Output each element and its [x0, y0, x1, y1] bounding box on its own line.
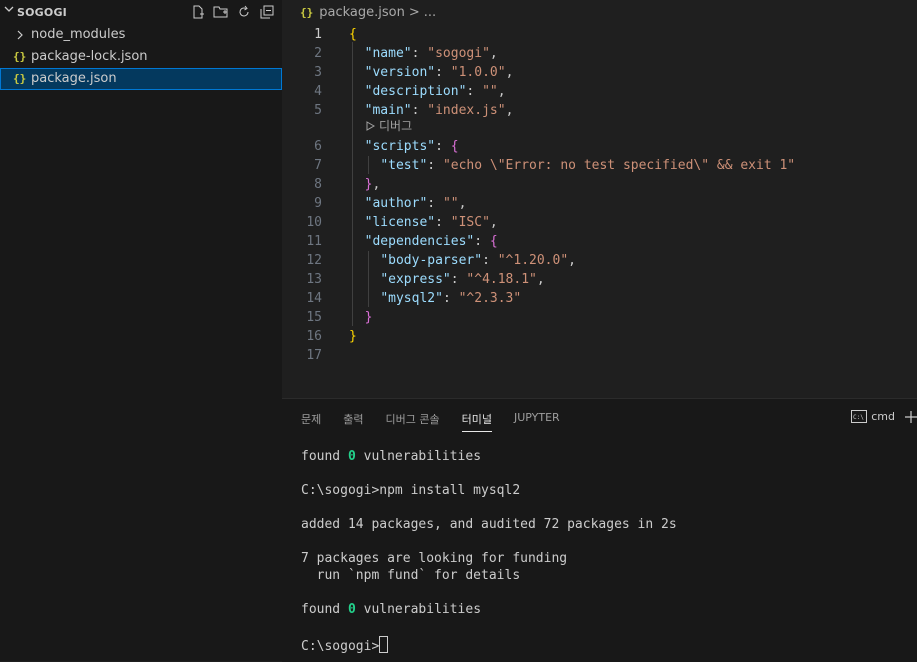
new-folder-icon[interactable] — [212, 3, 230, 21]
code-line: "express": "^4.18.1", — [380, 272, 545, 287]
line-number: 11 — [306, 234, 322, 249]
code-line: "description": "", — [364, 84, 506, 99]
refresh-icon[interactable] — [235, 3, 253, 21]
vulnerability-count: 0 — [347, 602, 356, 617]
bottom-panel: 문제 출력 디버그 콘솔 터미널 JUPYTER C:\ cmd found 0… — [282, 398, 917, 662]
code-line: }, — [364, 177, 381, 192]
add-terminal-icon[interactable] — [905, 410, 917, 423]
line-number: 16 — [306, 329, 322, 344]
code-line: "license": "ISC", — [364, 215, 498, 230]
code-line: } — [349, 329, 357, 344]
collapse-all-icon[interactable] — [258, 3, 276, 21]
breadcrumb-file[interactable]: package.json — [319, 5, 405, 20]
json-file-icon: {} — [13, 72, 27, 85]
terminal-line: found 0 vulnerabilities — [301, 449, 482, 464]
line-number: 9 — [314, 196, 322, 211]
line-number: 4 — [314, 84, 322, 99]
play-icon — [366, 120, 375, 131]
json-file-icon: {} — [300, 6, 314, 19]
terminal-prompt[interactable]: C:\sogogi> — [301, 636, 389, 654]
code-line: "mysql2": "^2.3.3" — [380, 291, 522, 306]
chevron-right-icon — [17, 30, 23, 40]
line-number: 6 — [314, 139, 322, 154]
breadcrumb-symbol[interactable]: ... — [424, 5, 436, 20]
terminal-line: added 14 packages, and audited 72 packag… — [301, 517, 677, 532]
code-editor[interactable]: {} package.json > ... 1 2 3 4 5 6 7 8 9 10 11 12 13 1… — [282, 0, 917, 398]
codelens-label: 디버그 — [379, 119, 413, 133]
line-number: 12 — [306, 253, 322, 268]
line-number: 3 — [314, 65, 322, 80]
tree-item-label: package.json — [31, 71, 117, 86]
panel-tabs: 문제 출력 디버그 콘솔 터미널 JUPYTER — [301, 411, 582, 432]
code-line: "scripts": { — [364, 139, 459, 154]
line-number: 14 — [306, 291, 322, 306]
terminal-icon: C:\ — [851, 410, 868, 423]
code-line: "body-parser": "^1.20.0", — [380, 253, 576, 268]
line-number: 17 — [306, 348, 322, 363]
line-number: 13 — [306, 272, 322, 287]
code-line: "test": "echo \"Error: no test specified… — [380, 158, 796, 173]
terminal-shell-name[interactable]: cmd — [871, 410, 895, 423]
tab-output[interactable]: 출력 — [343, 411, 363, 432]
tab-problems[interactable]: 문제 — [301, 411, 321, 432]
tree-item-package-lock-json[interactable]: {} package-lock.json — [0, 46, 282, 68]
code-line: } — [364, 310, 373, 325]
explorer-sidebar: SOGOGI node_modules {} package-lock.json… — [0, 0, 282, 661]
tab-debug-console[interactable]: 디버그 콘솔 — [386, 411, 440, 432]
tree-item-package-json[interactable]: {} package.json — [0, 68, 282, 90]
line-number: 8 — [314, 177, 322, 192]
new-file-icon[interactable] — [189, 3, 207, 21]
line-number: 5 — [314, 103, 322, 118]
line-number: 10 — [306, 215, 322, 230]
terminal-cursor — [379, 636, 389, 653]
terminal-line: found 0 vulnerabilities — [301, 602, 482, 617]
explorer-folder-title: SOGOGI — [17, 6, 67, 19]
code-line: "dependencies": { — [364, 234, 498, 249]
code-line: "version": "1.0.0", — [364, 65, 514, 80]
tab-terminal[interactable]: 터미널 — [461, 411, 492, 432]
code-line: "name": "sogogi", — [364, 46, 498, 61]
line-number: 7 — [314, 158, 322, 173]
line-number: 2 — [314, 46, 322, 61]
debug-codelens[interactable]: 디버그 — [366, 117, 412, 134]
svg-text:C:\: C:\ — [853, 414, 864, 421]
json-file-icon: {} — [13, 50, 27, 63]
breadcrumb: {} package.json > ... — [300, 5, 436, 20]
line-number: 1 — [314, 27, 322, 42]
terminal-line: 7 packages are looking for funding — [301, 551, 568, 566]
code-line: "author": "", — [364, 196, 467, 211]
explorer-header[interactable]: SOGOGI — [0, 0, 282, 24]
breadcrumb-separator: > — [408, 5, 420, 20]
terminal-line: run `npm fund` for details — [301, 568, 521, 583]
terminal-line: C:\sogogi>npm install mysql2 — [301, 483, 521, 498]
tree-item-node-modules[interactable]: node_modules — [0, 24, 282, 46]
vulnerability-count: 0 — [347, 449, 356, 464]
code-line: "main": "index.js", — [364, 103, 514, 118]
terminal-controls: C:\ cmd — [851, 410, 917, 423]
code-line: { — [349, 27, 357, 42]
tree-item-label: node_modules — [31, 27, 126, 42]
line-number: 15 — [306, 310, 322, 325]
chevron-down-icon[interactable] — [4, 4, 14, 14]
tab-jupyter[interactable]: JUPYTER — [514, 411, 560, 432]
tree-item-label: package-lock.json — [31, 49, 148, 64]
